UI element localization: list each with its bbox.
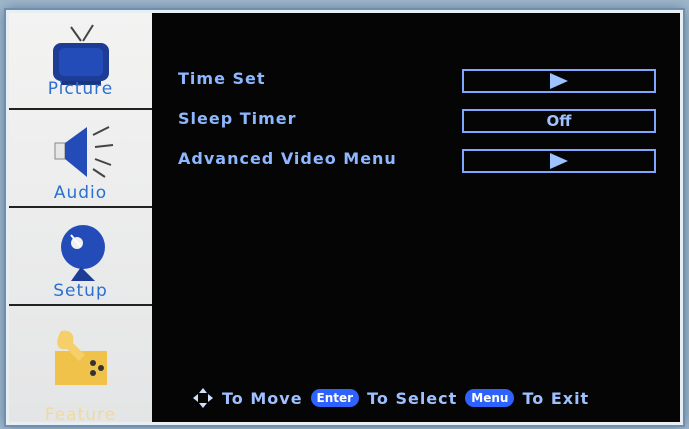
sidebar-item-setup[interactable]: Setup bbox=[9, 209, 152, 306]
arrow-right-icon bbox=[550, 153, 568, 169]
menu-row-value-box[interactable] bbox=[462, 69, 656, 93]
arrow-right-icon bbox=[550, 73, 568, 89]
menu-row-sleep-timer[interactable]: Sleep Timer Off bbox=[178, 109, 658, 135]
menu-row-time-set[interactable]: Time Set bbox=[178, 69, 658, 95]
sidebar-item-audio[interactable]: Audio bbox=[9, 111, 152, 208]
menu-row-advanced-video-menu[interactable]: Advanced Video Menu bbox=[178, 149, 658, 175]
sidebar-item-feature[interactable]: Feature bbox=[9, 307, 152, 425]
sidebar-item-label: Setup bbox=[53, 281, 108, 301]
sidebar: Picture Audio Setup Feature bbox=[9, 13, 152, 422]
menu-row-label: Advanced Video Menu bbox=[178, 149, 397, 168]
menu-row-label: Sleep Timer bbox=[178, 109, 297, 128]
satellite-dish-icon bbox=[41, 217, 121, 287]
enter-key-badge: Enter bbox=[310, 389, 360, 407]
menu-row-value-box[interactable] bbox=[462, 149, 656, 173]
sidebar-item-label: Picture bbox=[47, 79, 114, 99]
footer-hints: To Move Enter To Select Menu To Exit bbox=[192, 386, 680, 410]
sidebar-item-picture[interactable]: Picture bbox=[9, 13, 152, 110]
menu-key-badge: Menu bbox=[465, 389, 515, 407]
move-arrows-icon bbox=[192, 387, 214, 409]
sidebar-item-label: Audio bbox=[53, 183, 108, 203]
sidebar-item-label: Feature bbox=[44, 405, 117, 425]
menu-row-label: Time Set bbox=[178, 69, 266, 88]
main-menu-panel: Time Set Sleep Timer Off Advanced Video … bbox=[152, 13, 680, 422]
speaker-icon bbox=[41, 119, 121, 189]
footer-move-text: To Move bbox=[222, 388, 303, 408]
menu-row-value-box[interactable]: Off bbox=[462, 109, 656, 133]
footer-exit-text: To Exit bbox=[522, 388, 590, 408]
tools-icon bbox=[41, 321, 121, 391]
osd-frame: Picture Audio Setup Feature Time Set Sle… bbox=[6, 10, 683, 425]
footer-select-text: To Select bbox=[367, 388, 458, 408]
